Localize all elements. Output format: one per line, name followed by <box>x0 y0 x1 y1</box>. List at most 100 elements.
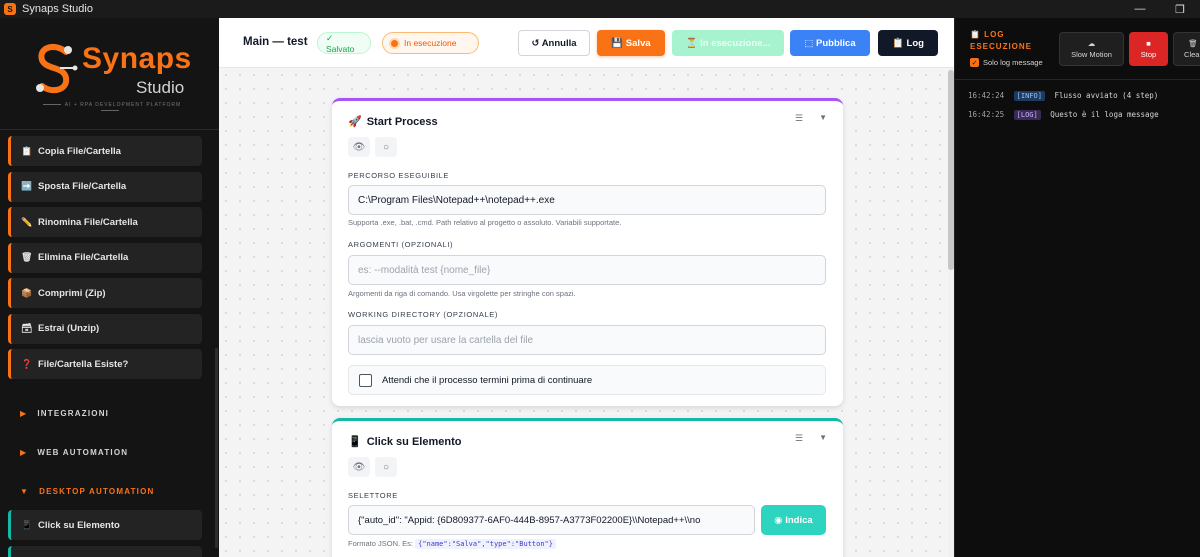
eye-icon[interactable]: 👁 <box>348 137 370 157</box>
sidebar-file-items: 📋 Copia File/Cartella ➡️ Sposta File/Car… <box>8 136 202 385</box>
selector-label: SELETTORE <box>348 491 398 500</box>
selector-hint: Formato JSON. Es: {"name":"Salva","type"… <box>348 539 556 549</box>
circle-icon[interactable]: ○ <box>375 457 397 477</box>
brand-name: Synaps <box>82 42 192 75</box>
window-titlebar: S Synaps Studio — ❐ <box>0 0 1200 18</box>
sidebar-item-zip[interactable]: 📦 Comprimi (Zip) <box>8 278 202 308</box>
sidebar: Synaps Studio AI + RPA DEVELOPMENT PLATF… <box>0 18 219 557</box>
running-badge: In esecuzione <box>382 32 479 54</box>
card-title: 🚀 Start Process <box>348 115 438 129</box>
package-icon: 📦 <box>21 287 33 298</box>
sidebar-scrollbar[interactable] <box>215 348 218 548</box>
log-time: 16:42:24 <box>968 91 1005 100</box>
args-label: ARGOMENTI (OPZIONALI) <box>348 240 454 249</box>
slow-motion-label: Slow Motion <box>1071 50 1112 59</box>
wait-checkbox-label: Attendi che il processo termini prima di… <box>382 374 593 386</box>
question-icon: ❓ <box>21 358 33 369</box>
chevron-down-icon: ▼ <box>20 486 30 496</box>
drag-handle-icon[interactable]: ☰ <box>795 113 803 124</box>
stop-button[interactable]: ■ Stop <box>1129 32 1168 66</box>
page-title: Main — test <box>243 36 308 48</box>
indica-button[interactable]: ◉ Indica <box>761 505 826 535</box>
sidebar-item-move[interactable]: ➡️ Sposta File/Cartella <box>8 171 202 202</box>
args-hint: Argomenti da riga di comando. Usa virgol… <box>348 289 576 298</box>
sidebar-item-exists[interactable]: ❓ File/Cartella Esiste? <box>8 349 202 379</box>
sidebar-item-unzip[interactable]: 🗃 Estrai (Unzip) <box>8 313 202 344</box>
selector-input[interactable]: {"auto_id": "Appid: {6D809377-6AF0-444B-… <box>348 505 755 535</box>
path-hint: Supporta .exe, .bat, .cmd. Path relativo… <box>348 218 622 227</box>
trash-icon: 🗑 <box>21 252 33 262</box>
selector-hint-text: Formato JSON. Es: <box>348 539 414 548</box>
sidebar-item-label: Comprimi (Zip) <box>38 287 106 299</box>
editor-header: Main — test ✓ Salvato In esecuzione ↺ An… <box>219 18 954 68</box>
eye-icon[interactable]: 👁 <box>348 457 370 477</box>
sidebar-item-copy[interactable]: 📋 Copia File/Cartella <box>8 136 202 166</box>
clear-button[interactable]: 🗑 Clear <box>1173 32 1200 66</box>
step-card-click-element[interactable]: 📱 Click su Elemento ☰ ▼ 👁 ○ SELETTORE {"… <box>332 418 843 557</box>
only-log-toggle[interactable]: ✓ Solo log message <box>970 58 1043 67</box>
sidebar-item-label: Rinomina File/Cartella <box>38 216 138 228</box>
window-controls: — ❐ <box>1120 0 1200 18</box>
card-title-label: Start Process <box>366 115 438 128</box>
minimize-icon[interactable]: — <box>1120 0 1160 18</box>
only-log-label: Solo log message <box>983 58 1043 67</box>
circle-icon[interactable]: ○ <box>375 137 397 157</box>
selector-hint-code: {"name":"Salva","type":"Button"} <box>415 539 556 549</box>
trash-icon: 🗑 <box>1188 39 1198 48</box>
save-button[interactable]: 💾 Salva <box>597 30 665 56</box>
sidebar-item-delete[interactable]: 🗑 Elimina File/Cartella <box>8 242 202 273</box>
box-icon: 🗃 <box>21 323 33 333</box>
log-button[interactable]: 📋 Log <box>878 30 938 56</box>
sidebar-item-rename[interactable]: ✏️ Rinomina File/Cartella <box>8 207 202 237</box>
rocket-icon: 🚀 <box>348 116 362 128</box>
section-label: DESKTOP AUTOMATION <box>39 486 155 496</box>
wait-checkbox[interactable] <box>359 373 372 387</box>
stop-label: Stop <box>1140 50 1157 59</box>
section-integrazioni[interactable]: ▶ INTEGRAZIONI <box>0 403 219 423</box>
section-label: INTEGRAZIONI <box>37 408 110 418</box>
app-logo-icon: S <box>4 3 16 15</box>
log-panel: 📋 LOG ESECUZIONE ✓ Solo log message ☁ Sl… <box>954 18 1200 557</box>
card-title-label: Click su Elemento <box>366 435 462 448</box>
clear-label: Clear <box>1184 50 1200 59</box>
log-panel-title: 📋 LOG ESECUZIONE <box>970 30 1033 51</box>
undo-button[interactable]: ↺ Annulla <box>518 30 590 56</box>
chevron-down-icon[interactable]: ▼ <box>819 433 827 442</box>
clipboard-icon: 📋 <box>21 145 33 156</box>
log-tag: [LOG] <box>1013 110 1041 120</box>
chevron-right-icon: ▶ <box>20 447 28 457</box>
mobile-icon: 📱 <box>348 436 362 448</box>
checkbox-checked-icon[interactable]: ✓ <box>970 58 979 67</box>
sidebar-item-click-element[interactable]: 📱 Click su Elemento <box>8 510 202 540</box>
running-badge-label: In esecuzione <box>404 38 457 48</box>
cloud-icon: ☁ <box>1087 39 1096 48</box>
sidebar-item-label: Copia File/Cartella <box>38 145 121 157</box>
sidebar-item-label: File/Cartella Esiste? <box>38 358 129 370</box>
brand-tagline: AI + RPA DEVELOPMENT PLATFORM <box>30 102 190 114</box>
path-input[interactable]: C:\Program Files\Notepad++\notepad++.exe <box>348 185 826 215</box>
args-input[interactable]: es: --modalità test {nome_file} <box>348 255 826 285</box>
brand-logo: Synaps Studio AI + RPA DEVELOPMENT PLATF… <box>0 18 219 130</box>
section-desktop-automation[interactable]: ▼ DESKTOP AUTOMATION <box>0 481 219 501</box>
chevron-right-icon: ▶ <box>20 408 28 418</box>
card-title: 📱 Click su Elemento <box>348 435 462 449</box>
publish-button[interactable]: ⬚ Pubblica <box>790 30 870 56</box>
slow-motion-button[interactable]: ☁ Slow Motion <box>1059 32 1124 66</box>
sidebar-item-label: Click su Elemento <box>38 519 120 531</box>
step-card-start-process[interactable]: 🚀 Start Process ☰ ▼ 👁 ○ PERCORSO ESEGUIB… <box>332 98 843 406</box>
sidebar-item-partial[interactable] <box>8 546 202 557</box>
log-time: 16:42:25 <box>968 110 1005 119</box>
working-dir-label: WORKING DIRECTORY (OPZIONALE) <box>348 310 498 319</box>
drag-handle-icon[interactable]: ☰ <box>795 433 803 444</box>
wait-checkbox-row[interactable]: Attendi che il processo termini prima di… <box>348 365 826 395</box>
section-web-automation[interactable]: ▶ WEB AUTOMATION <box>0 442 219 462</box>
run-button[interactable]: ⏳ In esecuzione... <box>672 30 784 56</box>
restore-icon[interactable]: ❐ <box>1160 0 1200 18</box>
brand-sub: Studio <box>136 78 185 97</box>
working-dir-input[interactable]: lascia vuoto per usare la cartella del f… <box>348 325 826 355</box>
log-text: Flusso avviato (4 step) <box>1054 91 1159 100</box>
flow-canvas[interactable]: 🚀 Start Process ☰ ▼ 👁 ○ PERCORSO ESEGUIB… <box>219 68 948 557</box>
sidebar-item-label: Estrai (Unzip) <box>38 323 100 334</box>
chevron-down-icon[interactable]: ▼ <box>819 113 827 122</box>
stop-icon: ■ <box>1146 39 1151 48</box>
